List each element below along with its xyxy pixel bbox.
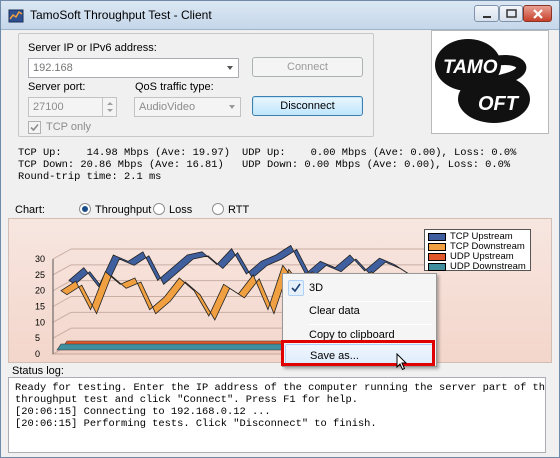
log-line: [20:06:15] Performing tests. Click "Disc… xyxy=(15,418,377,430)
spin-arrows-icon xyxy=(107,102,113,112)
legend-swatch xyxy=(428,253,446,261)
menu-item-clear-data[interactable]: Clear data xyxy=(285,300,434,322)
tcp-only-label: TCP only xyxy=(46,121,92,133)
logo-text-top: TAMO xyxy=(443,57,498,78)
grid-line xyxy=(52,296,72,307)
minimize-button[interactable] xyxy=(474,5,499,22)
window-title: TamoSoft Throughput Test - Client xyxy=(30,8,212,22)
maximize-button[interactable] xyxy=(499,5,523,22)
qos-value: AudioVideo xyxy=(139,101,196,113)
rtt-stat: Round-trip time: 2.1 ms xyxy=(18,171,162,183)
server-port-label: Server port: xyxy=(28,81,86,93)
log-line: [20:06:15] Connecting to 192.168.0.12 ..… xyxy=(15,406,271,418)
legend-label: UDP Downstream xyxy=(450,261,526,272)
y-tick-label: 0 xyxy=(35,349,40,359)
qos-combo[interactable]: AudioVideo xyxy=(134,97,241,117)
status-log[interactable]: Ready for testing. Enter the IP address … xyxy=(8,377,546,453)
chevron-down-icon[interactable] xyxy=(225,62,235,74)
chart-legend: TCP Upstream TCP Downstream UDP Upstream… xyxy=(424,229,531,272)
radio-throughput[interactable] xyxy=(79,203,91,215)
tcp-up-stat: TCP Up: 14.98 Mbps (Ave: 19.97) xyxy=(18,147,231,159)
server-port-spinner[interactable]: 27100 xyxy=(28,97,117,117)
log-line: throughput test and click "Connect". Pre… xyxy=(15,394,358,406)
connect-button[interactable]: Connect xyxy=(252,57,363,77)
server-ip-label: Server IP or IPv6 address: xyxy=(28,42,157,54)
title-bar[interactable]: TamoSoft Throughput Test - Client xyxy=(1,1,559,30)
y-tick-label: 20 xyxy=(35,286,45,296)
udp-down-stat: UDP Down: 0.00 Mbps (Ave: 0.00), Loss: 0… xyxy=(242,159,511,171)
close-icon xyxy=(533,9,543,19)
grid-line xyxy=(52,327,72,339)
y-tick-label: 5 xyxy=(35,333,40,343)
server-ip-value: 192.168 xyxy=(33,62,73,74)
tamosoft-logo: TAMO OFT xyxy=(431,30,549,134)
radio-rtt[interactable] xyxy=(212,203,224,215)
radio-loss-label[interactable]: Loss xyxy=(169,204,192,216)
log-line: Ready for testing. Enter the IP address … xyxy=(15,382,546,394)
y-tick-label: 10 xyxy=(35,317,45,327)
menu-item-copy-to-clipboard[interactable]: Copy to clipboard xyxy=(285,324,434,346)
tcp-down-stat: TCP Down: 20.86 Mbps (Ave: 16.81) xyxy=(18,159,224,171)
radio-rtt-label[interactable]: RTT xyxy=(228,204,249,216)
grid-line xyxy=(52,248,72,260)
menu-item-save-as[interactable]: Save as... xyxy=(285,344,434,366)
grid-line xyxy=(52,264,72,276)
server-group: Server IP or IPv6 address: 192.168 Conne… xyxy=(18,33,374,137)
y-tick-label: 25 xyxy=(35,270,45,280)
checkmark-icon xyxy=(288,280,304,296)
app-icon xyxy=(8,9,24,23)
tcp-only-checkbox[interactable] xyxy=(28,121,41,134)
legend-swatch xyxy=(428,263,446,271)
minimize-icon xyxy=(483,16,491,18)
y-tick-label: 15 xyxy=(35,302,45,312)
checkmark-icon xyxy=(30,123,39,132)
tamosoft-logo-graphic: TAMO OFT xyxy=(435,39,530,123)
y-tick-label: 30 xyxy=(35,254,45,264)
server-ip-combo[interactable]: 192.168 xyxy=(28,58,239,78)
grid-line xyxy=(52,311,72,323)
logo-text-bottom: OFT xyxy=(478,93,520,115)
close-button[interactable] xyxy=(523,5,552,22)
menu-item-label: Save as... xyxy=(310,350,359,362)
stats-panel: TCP Up: 14.98 Mbps (Ave: 19.97) TCP Down… xyxy=(8,145,552,187)
qos-label: QoS traffic type: xyxy=(135,81,214,93)
server-port-value: 27100 xyxy=(33,101,64,113)
status-log-label: Status log: xyxy=(12,365,64,377)
radio-loss[interactable] xyxy=(153,203,165,215)
port-spin-buttons[interactable] xyxy=(102,98,116,116)
menu-item-label: Copy to clipboard xyxy=(309,329,395,341)
maximize-icon xyxy=(506,9,517,18)
chevron-down-icon[interactable] xyxy=(227,101,237,113)
menu-item-3d[interactable]: 3D xyxy=(285,277,434,299)
chart-label: Chart: xyxy=(15,204,45,216)
radio-throughput-label[interactable]: Throughput xyxy=(95,204,151,216)
mouse-pointer-icon xyxy=(396,353,408,371)
main-window: TamoSoft Throughput Test - Client Server… xyxy=(0,0,560,458)
legend-swatch xyxy=(428,233,446,241)
chart-context-menu: 3D Clear data Copy to clipboard Save as.… xyxy=(282,273,437,367)
legend-swatch xyxy=(428,243,446,251)
menu-item-label: 3D xyxy=(309,282,324,294)
udp-up-stat: UDP Up: 0.00 Mbps (Ave: 0.00), Loss: 0.0… xyxy=(242,147,517,159)
disconnect-button[interactable]: Disconnect xyxy=(252,96,363,116)
chart-type-selector: Chart: Throughput Loss RTT xyxy=(8,202,552,218)
throughput-chart[interactable]: 0 5 10 15 20 25 30 TCP Upstream TCP Downstream… xyxy=(8,218,552,363)
menu-item-label: Clear data xyxy=(309,305,360,317)
